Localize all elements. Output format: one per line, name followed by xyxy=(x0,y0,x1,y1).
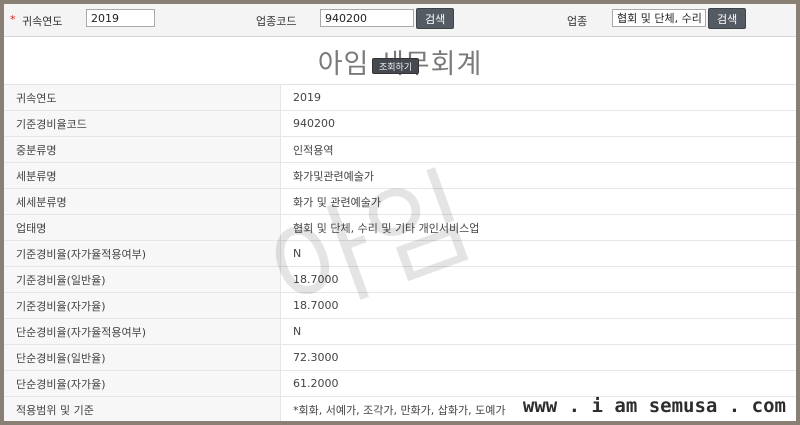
industry-input[interactable] xyxy=(612,9,706,27)
row-label: 단순경비율(일반율) xyxy=(4,344,281,371)
row-value: N xyxy=(280,240,796,267)
table-row: 세분류명 화가및관련예술가 xyxy=(4,162,796,189)
industry-code-label: 업종코드 xyxy=(256,15,297,28)
row-label: 기준경비율코드 xyxy=(4,110,281,137)
table-row: 업태명 협회 및 단체, 수리 및 기타 개인서비스업 xyxy=(4,214,796,241)
industry-search-button[interactable]: 검색 xyxy=(708,8,747,29)
title-bar: 아임 세무회계 조회하기 xyxy=(4,37,796,85)
table-row: 단순경비율(자가율) 61.2000 xyxy=(4,370,796,397)
row-value: 화가및관련예술가 xyxy=(280,162,796,189)
row-label: 세분류명 xyxy=(4,162,281,189)
table-row: 단순경비율(자가율적용여부) N xyxy=(4,318,796,345)
row-label: 기준경비율(일반율) xyxy=(4,266,281,293)
row-label: 적용범위 및 기준 xyxy=(4,396,281,421)
row-label: 중분류명 xyxy=(4,136,281,163)
row-label: 업태명 xyxy=(4,214,281,241)
table-row: 중분류명 인적용역 xyxy=(4,136,796,163)
table-row: 기준경비율(자가율적용여부) N xyxy=(4,240,796,267)
table-row: 기준경비율(일반율) 18.7000 xyxy=(4,266,796,293)
site-url: www . i am semusa . com xyxy=(522,395,786,417)
table-row: 기준경비율(자가율) 18.7000 xyxy=(4,292,796,319)
row-label: 기준경비율(자가율적용여부) xyxy=(4,240,281,267)
industry-code-input[interactable] xyxy=(320,9,414,27)
row-value: N xyxy=(280,318,796,345)
table-row: 귀속연도 2019 xyxy=(4,85,796,111)
table-row: 세세분류명 화가 및 관련예술가 xyxy=(4,188,796,215)
industry-code-search-button[interactable]: 검색 xyxy=(416,8,455,29)
table-row: 기준경비율코드 940200 xyxy=(4,110,796,137)
row-value: 인적용역 xyxy=(280,136,796,163)
row-label: 세세분류명 xyxy=(4,188,281,215)
query-button[interactable]: 조회하기 xyxy=(372,58,420,74)
required-mark: * xyxy=(10,13,16,26)
row-value: 72.3000 xyxy=(280,344,796,371)
row-value: 18.7000 xyxy=(280,292,796,319)
row-label: 단순경비율(자가율적용여부) xyxy=(4,318,281,345)
industry-label: 업종 xyxy=(567,15,588,28)
row-value: 2019 xyxy=(280,85,796,111)
row-value: 화가 및 관련예술가 xyxy=(280,188,796,215)
row-value: 18.7000 xyxy=(280,266,796,293)
search-bar: * 귀속연도 업종코드 검색 업종 검색 xyxy=(4,4,796,37)
row-label: 단순경비율(자가율) xyxy=(4,370,281,397)
row-value: 940200 xyxy=(280,110,796,137)
row-value: 협회 및 단체, 수리 및 기타 개인서비스업 xyxy=(280,214,796,241)
app-frame: * 귀속연도 업종코드 검색 업종 검색 아임 세무회계 조회하기 귀속연도20… xyxy=(4,4,796,421)
result-table: 귀속연도 2019 기준경비율코드 940200 중분류명 인적용역 세분류명 화가및관련예술… xyxy=(4,85,796,421)
row-label: 기준경비율(자가율) xyxy=(4,292,281,319)
year-label: 귀속연도 xyxy=(22,15,63,28)
table-row: 단순경비율(일반율) 72.3000 xyxy=(4,344,796,371)
row-value: 61.2000 xyxy=(280,370,796,397)
year-input[interactable] xyxy=(86,9,155,27)
row-label: 귀속연도 xyxy=(4,85,281,111)
